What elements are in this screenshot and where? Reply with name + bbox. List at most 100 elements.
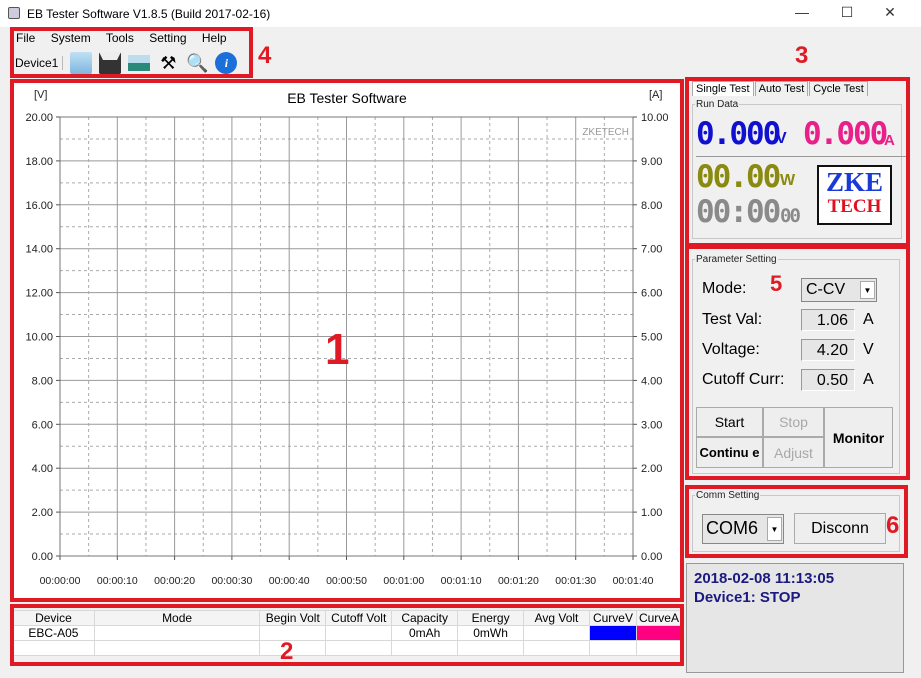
col-energy: Energy: [457, 610, 525, 626]
open-folder-icon[interactable]: [70, 52, 93, 74]
chevron-down-icon[interactable]: ▼: [860, 281, 875, 299]
cutoff-curr-unit: A: [863, 371, 874, 388]
x-tick-label: 00:01:20: [498, 575, 539, 587]
annotation-number-1: 1: [325, 325, 350, 374]
save-icon[interactable]: [99, 52, 122, 74]
col-begin-volt: Begin Volt: [259, 610, 327, 626]
voltage-input[interactable]: 4.20: [801, 339, 855, 361]
power-unit: W: [780, 172, 796, 189]
test-val-input[interactable]: 1.06: [801, 309, 855, 331]
y2-tick-label: 1.00: [641, 507, 662, 519]
y-tick-label: 12.00: [25, 288, 53, 300]
image-icon[interactable]: [128, 55, 151, 71]
chevron-down-icon[interactable]: ▼: [767, 517, 782, 541]
y2-tick-label: 6.00: [641, 288, 662, 300]
empty-cell: [12, 640, 95, 656]
voltage-unit-label: V: [863, 341, 874, 358]
cell-curve-a-color[interactable]: [635, 625, 683, 641]
tab-single-test[interactable]: Single Test: [692, 81, 754, 96]
start-button[interactable]: Start: [696, 407, 763, 437]
annotation-number-3: 3: [795, 42, 809, 69]
toolbar: Device1 ⚒ 🔍 i: [15, 52, 238, 74]
cell-device: EBC-A05: [12, 625, 95, 641]
menu-help[interactable]: Help: [202, 31, 227, 45]
adjust-button[interactable]: Adjust: [763, 437, 824, 468]
y2-tick-label: 2.00: [641, 463, 662, 475]
voltage-label: Voltage:: [702, 341, 760, 358]
comm-setting-legend: Comm Setting: [696, 490, 760, 501]
empty-cell: [523, 640, 590, 656]
mode-label: Mode:: [702, 280, 747, 297]
tab-cycle-test[interactable]: Cycle Test: [809, 81, 868, 96]
col-capacity: Capacity: [391, 610, 459, 626]
maximize-button[interactable]: ☐: [832, 4, 862, 24]
x-tick-label: 00:00:40: [269, 575, 310, 587]
menu-file[interactable]: File: [16, 31, 35, 45]
stop-button[interactable]: Stop: [763, 407, 824, 437]
empty-cell: [588, 640, 637, 656]
menu-setting[interactable]: Setting: [149, 31, 186, 45]
current-readout: 0.000: [803, 116, 888, 152]
status-message: Device1: STOP: [694, 589, 801, 606]
search-icon[interactable]: 🔍: [186, 52, 208, 74]
col-mode: Mode: [93, 610, 261, 626]
annotation-number-5: 5: [770, 271, 783, 296]
y2-tick-label: 5.00: [641, 332, 662, 344]
minimize-button[interactable]: —: [787, 4, 817, 24]
mode-value: C-CV: [806, 281, 846, 298]
continue-button[interactable]: Continu e: [696, 437, 763, 468]
col-device: Device: [12, 610, 95, 626]
cell-curve-v-color[interactable]: [588, 625, 637, 641]
y-tick-label: 14.00: [25, 244, 53, 256]
x-tick-label: 00:00:50: [326, 575, 367, 587]
cutoff-curr-input[interactable]: 0.50: [801, 369, 855, 391]
y2-tick-label: 3.00: [641, 419, 662, 431]
current-unit: A: [884, 132, 895, 149]
menu-tools[interactable]: Tools: [106, 31, 134, 45]
y2-tick-label: 7.00: [641, 244, 662, 256]
table-row: [12, 640, 683, 656]
cell-cutoff-volt: [325, 625, 393, 641]
col-curve-a: CurveA: [635, 610, 683, 626]
y2-tick-label: 9.00: [641, 156, 662, 168]
mode-select[interactable]: C-CV ▼: [801, 278, 877, 302]
y-tick-label: 2.00: [32, 507, 53, 519]
y-tick-label: 16.00: [25, 200, 53, 212]
col-cutoff-volt: Cutoff Volt: [325, 610, 393, 626]
y2-axis-label: [A]: [649, 89, 662, 101]
annotation-number-4: 4: [258, 42, 272, 69]
empty-cell: [457, 640, 525, 656]
x-tick-label: 00:00:30: [211, 575, 252, 587]
x-tick-label: 00:01:40: [613, 575, 654, 587]
watermark: ZKETECH: [582, 127, 629, 138]
disconnect-button[interactable]: Disconn: [794, 513, 886, 544]
test-tabs: Single Test Auto Test Cycle Test: [692, 81, 869, 96]
table-header-row: Device Mode Begin Volt Cutoff Volt Capac…: [12, 610, 683, 626]
monitor-button[interactable]: Monitor: [824, 407, 893, 468]
cell-mode: [93, 625, 261, 641]
voltage-readout: 0.000: [696, 116, 781, 152]
y-tick-label: 18.00: [25, 156, 53, 168]
y-axis-label: [V]: [34, 89, 47, 101]
zketech-logo: ZKE TECH: [817, 165, 892, 225]
menu-system[interactable]: System: [51, 31, 91, 45]
window-title: EB Tester Software V1.8.5 (Build 2017-02…: [27, 7, 271, 21]
info-icon[interactable]: i: [215, 52, 238, 74]
cell-energy: 0mWh: [457, 625, 525, 641]
run-data-legend: Run Data: [696, 99, 739, 110]
empty-cell: [635, 640, 683, 656]
logo-bottom: TECH: [827, 196, 882, 217]
y-tick-label: 8.00: [32, 375, 53, 387]
status-log: 2018-02-08 11:13:05 Device1: STOP: [686, 563, 904, 673]
y2-tick-label: 8.00: [641, 200, 662, 212]
device-label[interactable]: Device1: [15, 56, 64, 70]
test-val-label: Test Val:: [702, 311, 763, 328]
empty-cell: [325, 640, 393, 656]
table-row[interactable]: EBC-A05 0mAh 0mWh: [12, 625, 683, 641]
com-port-select[interactable]: COM6 ▼: [702, 514, 784, 544]
y-tick-label: 0.00: [32, 551, 53, 563]
app-icon: [8, 7, 20, 19]
close-button[interactable]: ✕: [875, 4, 905, 24]
tab-auto-test[interactable]: Auto Test: [754, 81, 809, 96]
tools-icon[interactable]: ⚒: [157, 52, 179, 74]
